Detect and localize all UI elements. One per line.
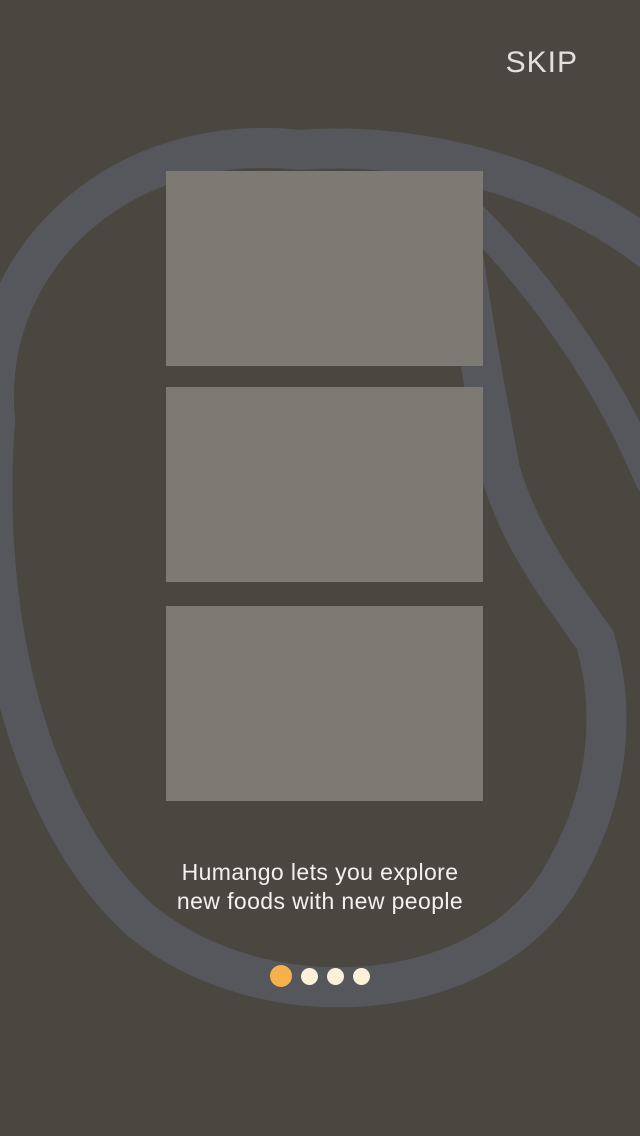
onboarding-caption: Humango lets you explore new foods with …	[0, 858, 640, 916]
page-dot-3[interactable]	[327, 967, 344, 985]
page-dot-4[interactable]	[353, 967, 370, 985]
caption-line-1: Humango lets you explore	[181, 859, 459, 885]
preview-card-3	[166, 606, 483, 801]
page-indicator	[0, 965, 640, 987]
caption-line-2: new foods with new people	[176, 888, 464, 914]
preview-card-2	[166, 387, 483, 582]
skip-button[interactable]: SKIP	[506, 46, 578, 80]
onboarding-screen: SKIP Humango lets you explore new foods …	[0, 0, 640, 1136]
page-dot-1[interactable]	[270, 965, 292, 987]
preview-card-1	[166, 171, 483, 366]
page-dot-2[interactable]	[301, 967, 318, 985]
